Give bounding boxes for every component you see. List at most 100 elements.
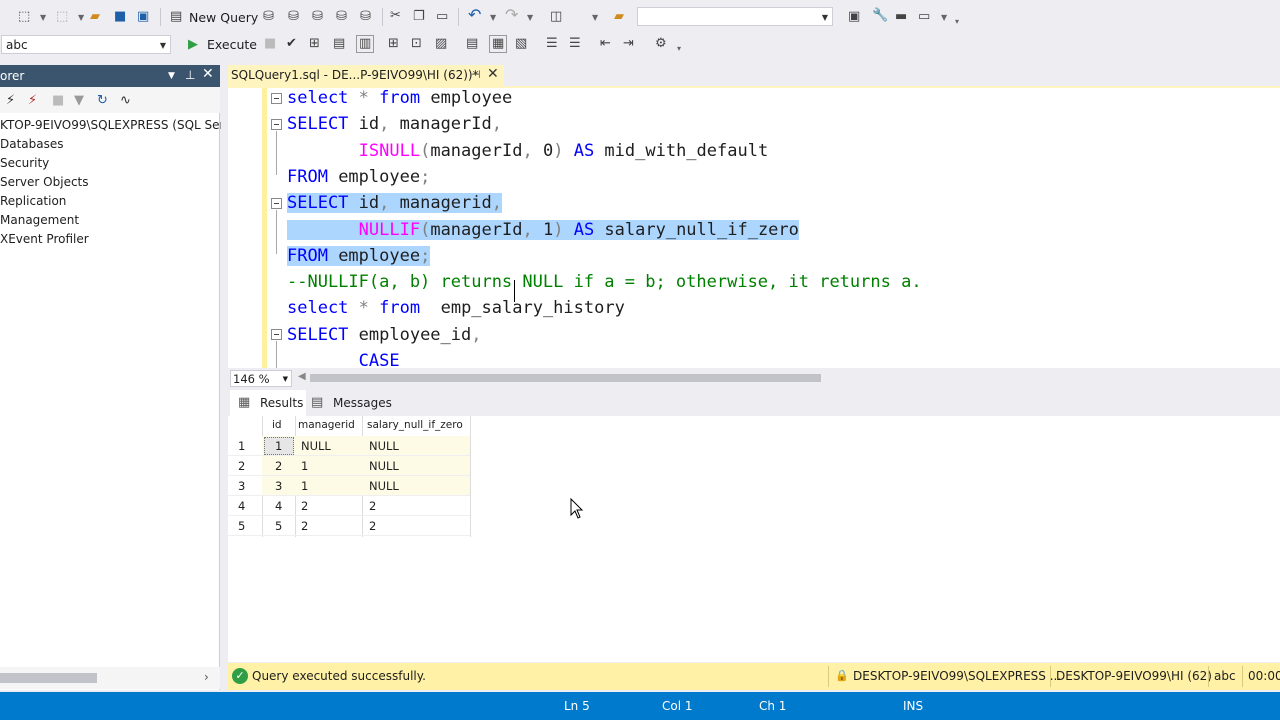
undo-icon[interactable]: ↶ xyxy=(468,7,481,23)
xmla-query-icon[interactable]: ⛁ xyxy=(336,9,347,25)
object-explorer-hscrollbar[interactable]: › xyxy=(0,667,220,689)
pin-icon[interactable]: ⊥ xyxy=(185,68,195,82)
database-engine-query-icon[interactable]: ⛁ xyxy=(263,9,274,25)
cell-salary[interactable]: NULL xyxy=(369,459,399,473)
activity-monitor-icon[interactable]: ◫ xyxy=(550,9,562,25)
column-header-salary-null-if-zero[interactable]: salary_null_if_zero xyxy=(367,419,463,431)
cell-salary[interactable]: NULL xyxy=(369,479,399,493)
estimated-plan-icon[interactable]: ⊞ xyxy=(309,36,320,52)
dax-query-icon[interactable]: ⛁ xyxy=(360,9,371,25)
table-row[interactable]: 5 5 2 2 xyxy=(228,516,470,536)
comment-lines-icon[interactable]: ☰ xyxy=(546,36,558,52)
results-to-file-icon[interactable]: ▧ xyxy=(515,36,527,52)
code-line[interactable]: CASE xyxy=(287,348,400,368)
dmx-query-icon[interactable]: ⛁ xyxy=(312,9,323,25)
tab-messages[interactable]: ▤ Messages xyxy=(308,390,392,416)
new-query-button[interactable]: New Query xyxy=(189,10,258,25)
results-grid[interactable]: id managerid salary_null_if_zero 1 1 NUL… xyxy=(228,416,1280,662)
chevron-down-icon[interactable]: ▼ xyxy=(941,13,947,22)
save-all-icon[interactable]: ▣ xyxy=(137,9,149,25)
window-position-dropdown-icon[interactable]: ▼ xyxy=(168,71,175,81)
tree-item-server[interactable]: KTOP-9EIVO99\SQLEXPRESS (SQL Serve xyxy=(0,118,239,132)
tree-item-management[interactable]: Management xyxy=(0,213,79,227)
fold-toggle-icon[interactable] xyxy=(271,119,282,130)
find-in-files-icon[interactable]: ▰ xyxy=(614,9,624,25)
cell-salary[interactable]: 2 xyxy=(369,499,376,513)
execute-button[interactable]: Execute xyxy=(207,37,257,52)
results-to-text-icon[interactable]: ▤ xyxy=(466,36,478,52)
redo-icon[interactable]: ↷ xyxy=(505,7,518,23)
filter-icon[interactable]: ▼ xyxy=(74,93,84,108)
code-line[interactable]: SELECT id, managerid, xyxy=(287,190,502,216)
zoom-combo[interactable]: 146 % ▼ xyxy=(230,370,292,387)
cell-id[interactable]: 4 xyxy=(275,499,282,513)
decrease-indent-icon[interactable]: ⇤ xyxy=(600,36,611,52)
table-row[interactable]: 2 2 1 NULL xyxy=(228,456,470,476)
live-stats-icon[interactable]: ⊡ xyxy=(411,36,422,52)
tab-sqlquery1[interactable]: SQLQuery1.sql - DE...P-9EIVO99\HI (62))*… xyxy=(228,65,504,86)
execute-icon[interactable]: ▶ xyxy=(188,37,198,53)
code-line[interactable]: SELECT employee_id, xyxy=(287,322,482,348)
cell-salary[interactable]: 2 xyxy=(369,519,376,533)
code-line[interactable]: FROM employee; xyxy=(287,164,430,190)
chevron-down-icon[interactable]: ▼ xyxy=(592,13,598,22)
code-line[interactable]: ISNULL(managerId, 0) AS mid_with_default xyxy=(287,138,769,164)
fold-toggle-icon[interactable] xyxy=(271,329,282,340)
parse-checkmark-icon[interactable]: ✔ xyxy=(286,36,297,52)
disconnect-icon[interactable]: ⚡ xyxy=(28,93,37,108)
panel-splitter[interactable] xyxy=(221,65,228,690)
properties-wrench-icon[interactable]: 🔧 xyxy=(872,8,888,24)
code-line[interactable]: select * from employee xyxy=(287,88,512,111)
fold-toggle-icon[interactable] xyxy=(271,93,282,104)
cell-id[interactable]: 3 xyxy=(275,479,282,493)
toolbar-grip-icon[interactable]: ⬚ xyxy=(18,9,30,25)
scroll-right-icon[interactable]: › xyxy=(204,670,209,684)
cell-id[interactable]: 2 xyxy=(275,459,282,473)
window-layout-icon[interactable]: ▭ xyxy=(918,9,930,25)
code-line[interactable]: select * from emp_salary_history xyxy=(287,295,625,321)
toolbar-options-icon[interactable]: ▾ xyxy=(955,17,959,26)
uncomment-lines-icon[interactable]: ☰ xyxy=(569,36,581,52)
scrollbar-thumb[interactable] xyxy=(0,673,97,683)
stop-icon[interactable]: ■ xyxy=(52,93,64,108)
copy-icon[interactable]: ❐ xyxy=(413,9,425,25)
table-row[interactable]: 3 3 1 NULL xyxy=(228,476,470,496)
intellisense-icon[interactable]: ▥ xyxy=(356,35,375,53)
pin-tab-icon[interactable]: ⊣ xyxy=(471,68,481,81)
chevron-down-icon[interactable]: ▼ xyxy=(490,13,496,22)
tab-results[interactable]: ▦ Results xyxy=(230,390,306,416)
query-editor[interactable]: select * from employee SELECT id, manager… xyxy=(228,88,1280,368)
editor-hscrollbar-thumb[interactable] xyxy=(310,374,821,382)
client-stats-icon[interactable]: ▨ xyxy=(435,36,447,52)
new-query-icon[interactable]: ▤ xyxy=(170,9,182,25)
save-icon[interactable]: ■ xyxy=(114,9,126,25)
add-item-icon[interactable]: ⬚ xyxy=(56,9,68,25)
code-line[interactable]: NULLIF(managerId, 1) AS salary_null_if_z… xyxy=(287,217,799,243)
results-to-grid-icon[interactable]: ▦ xyxy=(489,35,508,53)
cell-id[interactable]: 1 xyxy=(275,439,282,453)
paste-icon[interactable]: ▭ xyxy=(436,9,448,25)
refresh-icon[interactable]: ↻ xyxy=(97,93,108,108)
cell-managerid[interactable]: 1 xyxy=(301,459,308,473)
open-folder-icon[interactable]: ▰ xyxy=(90,9,100,25)
table-row[interactable]: 1 1 NULL NULL xyxy=(228,436,470,456)
available-databases-combo[interactable]: abc ▼ xyxy=(1,35,171,54)
close-icon[interactable]: ✕ xyxy=(202,66,214,82)
solution-explorer-icon[interactable]: ▣ xyxy=(848,9,860,25)
cancel-query-icon[interactable]: ■ xyxy=(264,36,276,52)
cell-managerid[interactable]: 1 xyxy=(301,479,308,493)
increase-indent-icon[interactable]: ⇥ xyxy=(623,36,634,52)
chevron-down-icon[interactable]: ▼ xyxy=(527,13,533,22)
database-combo[interactable]: ▼ xyxy=(637,7,833,26)
code-line[interactable]: SELECT id, managerId, xyxy=(287,111,502,137)
include-plan-icon[interactable]: ⊞ xyxy=(388,36,399,52)
toolbar-options-icon[interactable]: ▾ xyxy=(677,44,681,53)
code-line[interactable]: FROM employee; xyxy=(287,243,431,269)
connect-icon[interactable]: ⚡ xyxy=(6,93,15,108)
activity-icon[interactable]: ∿ xyxy=(120,93,131,108)
fold-toggle-icon[interactable] xyxy=(271,198,282,209)
scroll-left-icon[interactable]: ◀ xyxy=(298,371,306,382)
cell-salary[interactable]: NULL xyxy=(369,439,399,453)
column-header-managerid[interactable]: managerid xyxy=(298,419,355,431)
tree-item-security[interactable]: Security xyxy=(0,156,49,170)
